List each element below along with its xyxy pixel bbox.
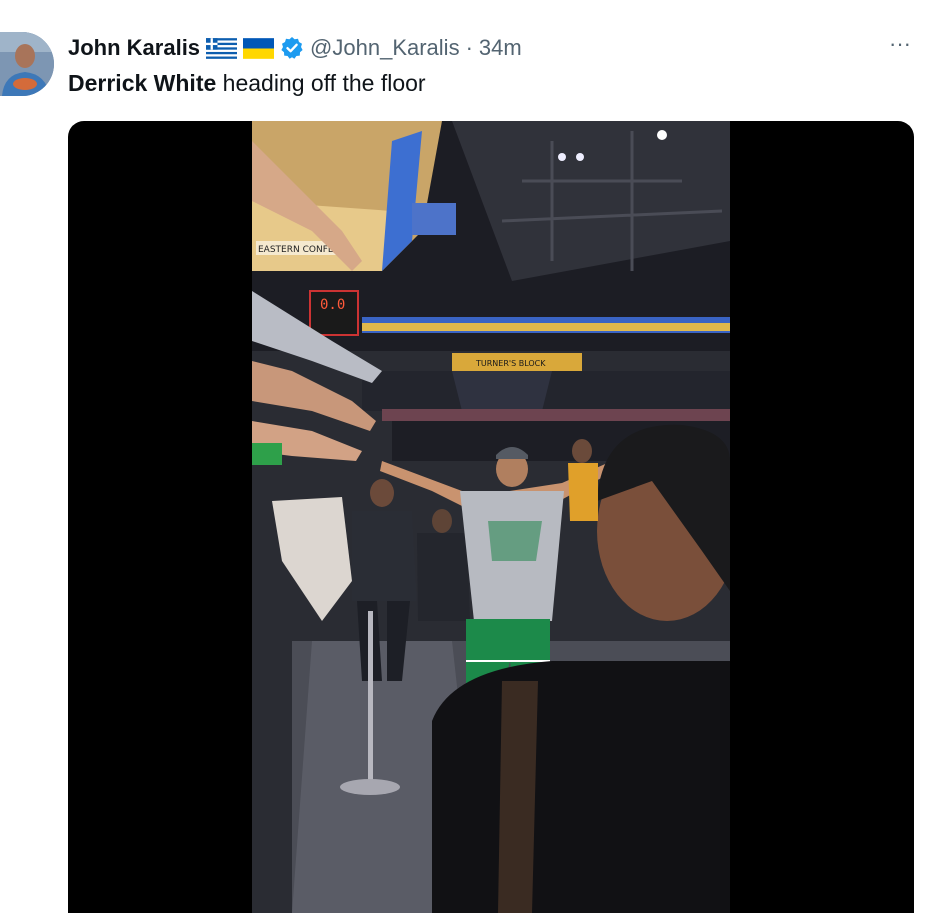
tweet-card: John Karalis @John_Karalis · 34m ··· Der… (0, 0, 940, 913)
author-handle[interactable]: @John_Karalis (310, 35, 460, 61)
ukraine-flag-icon (243, 37, 275, 59)
tweet-text: Derrick White heading off the floor (68, 70, 426, 97)
verified-badge-icon (280, 36, 304, 60)
media-container[interactable]: EASTERN CONFE 0.0 TURNER'S BLOCK (68, 121, 914, 913)
separator-dot: · (465, 35, 473, 60)
sign-text: TURNER'S BLOCK (475, 359, 546, 368)
more-options-icon[interactable]: ··· (886, 33, 914, 58)
timestamp[interactable]: 34m (479, 35, 522, 61)
greece-flag-icon (206, 37, 238, 59)
avatar[interactable] (0, 32, 54, 96)
author-name[interactable]: John Karalis (68, 35, 200, 61)
shot-clock-text: 0.0 (320, 297, 345, 313)
tweet-text-rest: heading off the floor (216, 70, 426, 96)
avatar-image (0, 32, 54, 96)
tweet-header: John Karalis @John_Karalis · 34m (68, 33, 522, 63)
video-still: EASTERN CONFE 0.0 TURNER'S BLOCK (252, 121, 730, 913)
jumbotron-text: EASTERN CONFE (258, 245, 334, 255)
tweet-text-bold: Derrick White (68, 70, 217, 96)
video-frame[interactable]: EASTERN CONFE 0.0 TURNER'S BLOCK (252, 121, 730, 913)
